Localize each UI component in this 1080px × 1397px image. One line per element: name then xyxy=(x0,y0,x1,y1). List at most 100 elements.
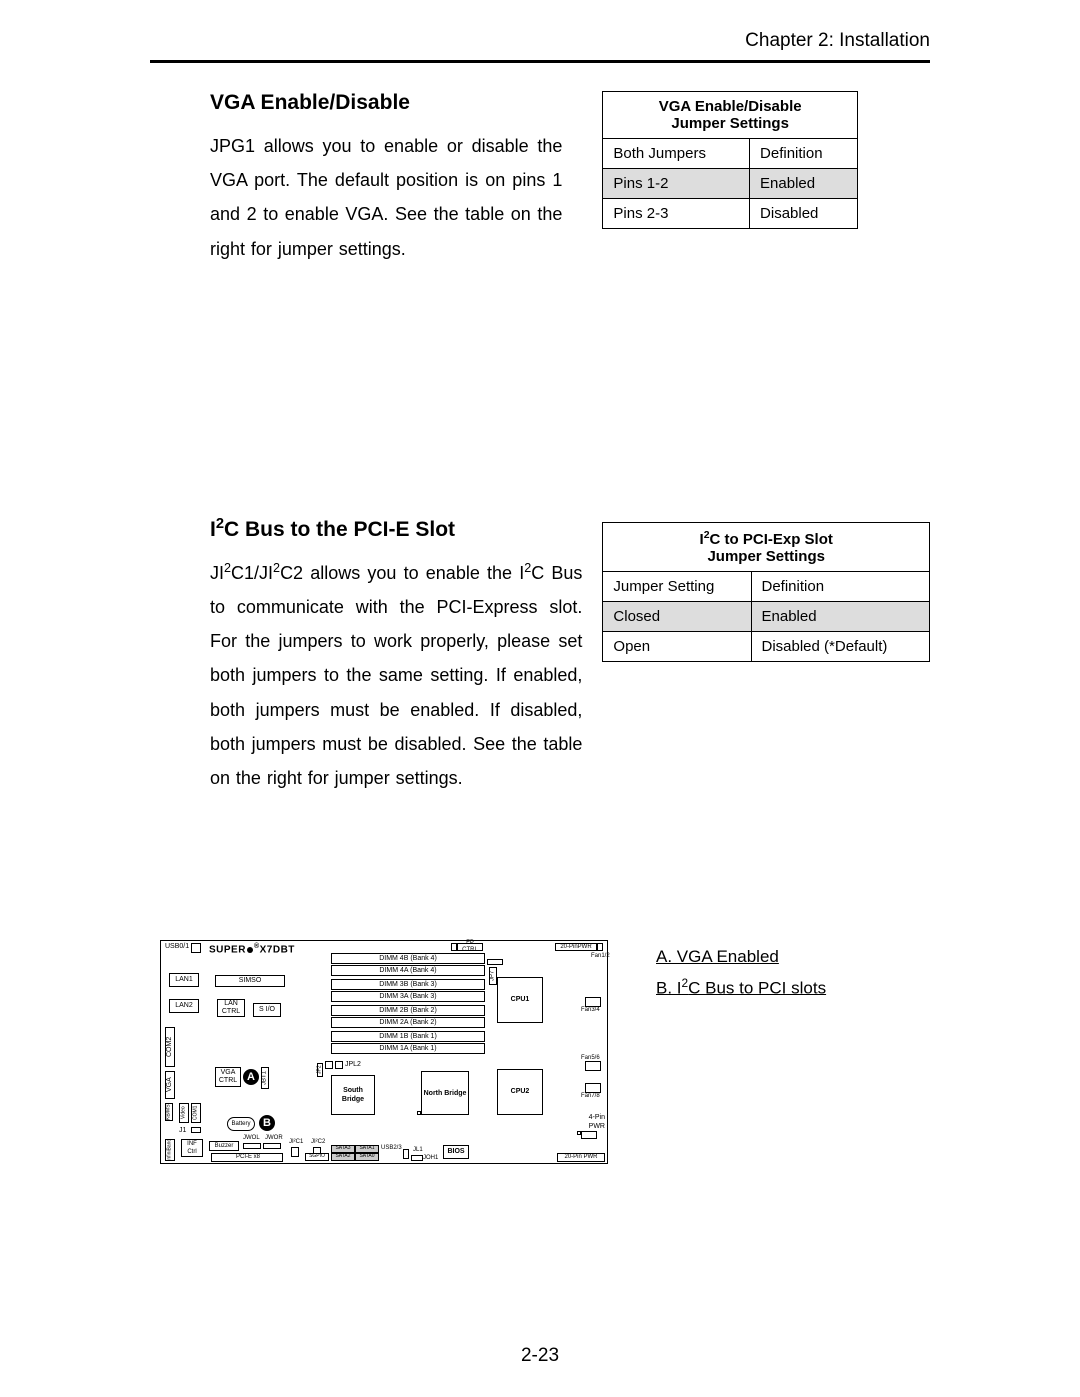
s1-r1c2: Enabled xyxy=(750,169,858,199)
marker-a: A xyxy=(243,1069,259,1085)
usb23: USB2/3 xyxy=(381,1145,402,1151)
s2-r1c2: Enabled xyxy=(751,601,930,631)
s1-r1c1: Pins 1-2 xyxy=(603,169,750,199)
fan56-block xyxy=(585,1061,601,1071)
fpctrl: FP CTRL xyxy=(457,943,483,951)
ji2c1-block xyxy=(291,1147,299,1157)
sata0: SATA0 xyxy=(355,1153,379,1161)
legend-a: A. VGA Enabled xyxy=(656,942,826,973)
sgpio: SGPIO xyxy=(305,1153,329,1161)
bios: BIOS xyxy=(443,1145,469,1159)
fan78: Fan7/8 xyxy=(581,1093,600,1099)
fan34-block xyxy=(585,997,601,1007)
pciex8: PCI-E x8 xyxy=(211,1153,283,1162)
s1-h2: Definition xyxy=(750,139,858,169)
dimm4b: DIMM 4B (Bank 4) xyxy=(331,953,485,964)
pwr20b: 20-Pin PWR xyxy=(557,1153,605,1162)
sio: S I/O xyxy=(253,1003,281,1017)
dimm1b: DIMM 1B (Bank 1) xyxy=(331,1031,485,1042)
cpu2: CPU2 xyxy=(497,1069,543,1115)
s1-h1: Both Jumpers xyxy=(603,139,750,169)
s2-table-title: I2C to PCI-Exp Slot Jumper Settings xyxy=(603,522,930,571)
lan2: LAN2 xyxy=(169,999,199,1013)
sata1: SATA1 xyxy=(355,1145,379,1153)
pwr20: 20-PinPWR xyxy=(555,943,597,951)
s2-r1c1: Closed xyxy=(603,601,751,631)
jl1-block xyxy=(411,1155,423,1161)
dimm1a: DIMM 1A (Bank 1) xyxy=(331,1043,485,1054)
fan56: Fan5/6 xyxy=(581,1055,600,1061)
section2-table: I2C to PCI-Exp Slot Jumper Settings Jump… xyxy=(602,522,930,662)
ji2c2: JI²C2 xyxy=(311,1139,325,1145)
dimm-side-block xyxy=(487,959,503,965)
lanctrl: LAN CTRL xyxy=(217,999,245,1017)
sata3: SATA3 xyxy=(331,1145,355,1153)
legend-b: B. I2C Bus to PCI slots xyxy=(656,973,826,1004)
buzzer: Buzzer xyxy=(209,1141,239,1151)
infiniband: InfiniBand xyxy=(165,1139,175,1161)
wor: JWOR xyxy=(265,1135,283,1141)
brand-label: SUPER®X7DBT xyxy=(209,943,295,955)
wol: JWOL xyxy=(243,1135,260,1141)
section1-title: VGA Enable/Disable xyxy=(210,91,562,115)
fan34: Fan3/4 xyxy=(581,1007,600,1013)
j1-block xyxy=(191,1127,201,1133)
jbt1: JBT1 xyxy=(261,1067,269,1089)
pwr20-pin xyxy=(597,943,603,951)
j1: J1 xyxy=(179,1127,186,1134)
kbms: KB/MS xyxy=(165,1103,173,1121)
wol-block xyxy=(243,1143,261,1149)
usb01-label: USB0/1 xyxy=(165,943,189,950)
usb01-block xyxy=(191,943,201,953)
fourpin: 4-Pin PWR xyxy=(581,1113,605,1131)
sata2: SATA2 xyxy=(331,1153,355,1161)
nb-pin xyxy=(417,1111,421,1115)
com2: COM2 xyxy=(165,1027,175,1067)
video: Video xyxy=(179,1103,189,1123)
ji2c1: JI²C1 xyxy=(289,1139,303,1145)
section1-body: JPG1 allows you to enable or disable the… xyxy=(210,129,562,266)
chapter-header: Chapter 2: Installation xyxy=(150,30,930,52)
infctrl: INF Ctrl xyxy=(181,1139,203,1157)
dimm3b: DIMM 3B (Bank 3) xyxy=(331,979,485,990)
vgactrl: VGA CTRL xyxy=(215,1067,241,1087)
south-bridge: South Bridge xyxy=(331,1075,375,1115)
usb23-block xyxy=(403,1149,409,1159)
fan12: Fan1/2 xyxy=(591,953,610,959)
cpu1: CPU1 xyxy=(497,977,543,1023)
section2-body: JI2C1/JI2C2 allows you to enable the I2C… xyxy=(210,556,582,795)
s2-r2c2: Disabled (*Default) xyxy=(751,631,930,661)
s1-r2c2: Disabled xyxy=(750,199,858,229)
s2-h1: Jumper Setting xyxy=(603,571,751,601)
jl1: JL1 xyxy=(413,1147,423,1153)
simso: SIMSO xyxy=(215,975,285,987)
north-bridge: North Bridge xyxy=(421,1071,469,1115)
diagram-legend: A. VGA Enabled B. I2C Bus to PCI slots xyxy=(656,942,826,1004)
header-rule xyxy=(150,60,930,63)
jpl2-block xyxy=(335,1061,343,1069)
s1-r2c1: Pins 2-3 xyxy=(603,199,750,229)
s1-table-title: VGA Enable/Disable Jumper Settings xyxy=(603,92,858,139)
dimm3a: DIMM 3A (Bank 3) xyxy=(331,991,485,1002)
wor-block xyxy=(263,1143,281,1149)
jp2: JP2 xyxy=(317,1063,323,1077)
s2-r2c1: Open xyxy=(603,631,751,661)
dimm4a: DIMM 4A (Bank 4) xyxy=(331,965,485,976)
section1-table: VGA Enable/Disable Jumper Settings Both … xyxy=(602,91,858,229)
jpl2: JPL2 xyxy=(345,1061,361,1068)
s2-h2: Definition xyxy=(751,571,930,601)
marker-b: B xyxy=(259,1115,275,1131)
vga-port: VGA xyxy=(165,1071,175,1099)
page-number: 2-23 xyxy=(0,1345,1080,1367)
dimm2a: DIMM 2A (Bank 2) xyxy=(331,1017,485,1028)
lan1: LAN1 xyxy=(169,973,199,987)
fpctrl-pin xyxy=(451,943,457,951)
dimm-jp: JP7 xyxy=(489,967,497,985)
battery: Battery xyxy=(227,1117,255,1131)
section2-title: I2C Bus to the PCI-E Slot xyxy=(210,516,582,542)
fourpin-block xyxy=(581,1131,597,1139)
joh1: JOH1 xyxy=(423,1155,438,1161)
fan78-block xyxy=(585,1083,601,1093)
com1: COM1 xyxy=(191,1103,201,1123)
jp2-block xyxy=(325,1061,333,1069)
